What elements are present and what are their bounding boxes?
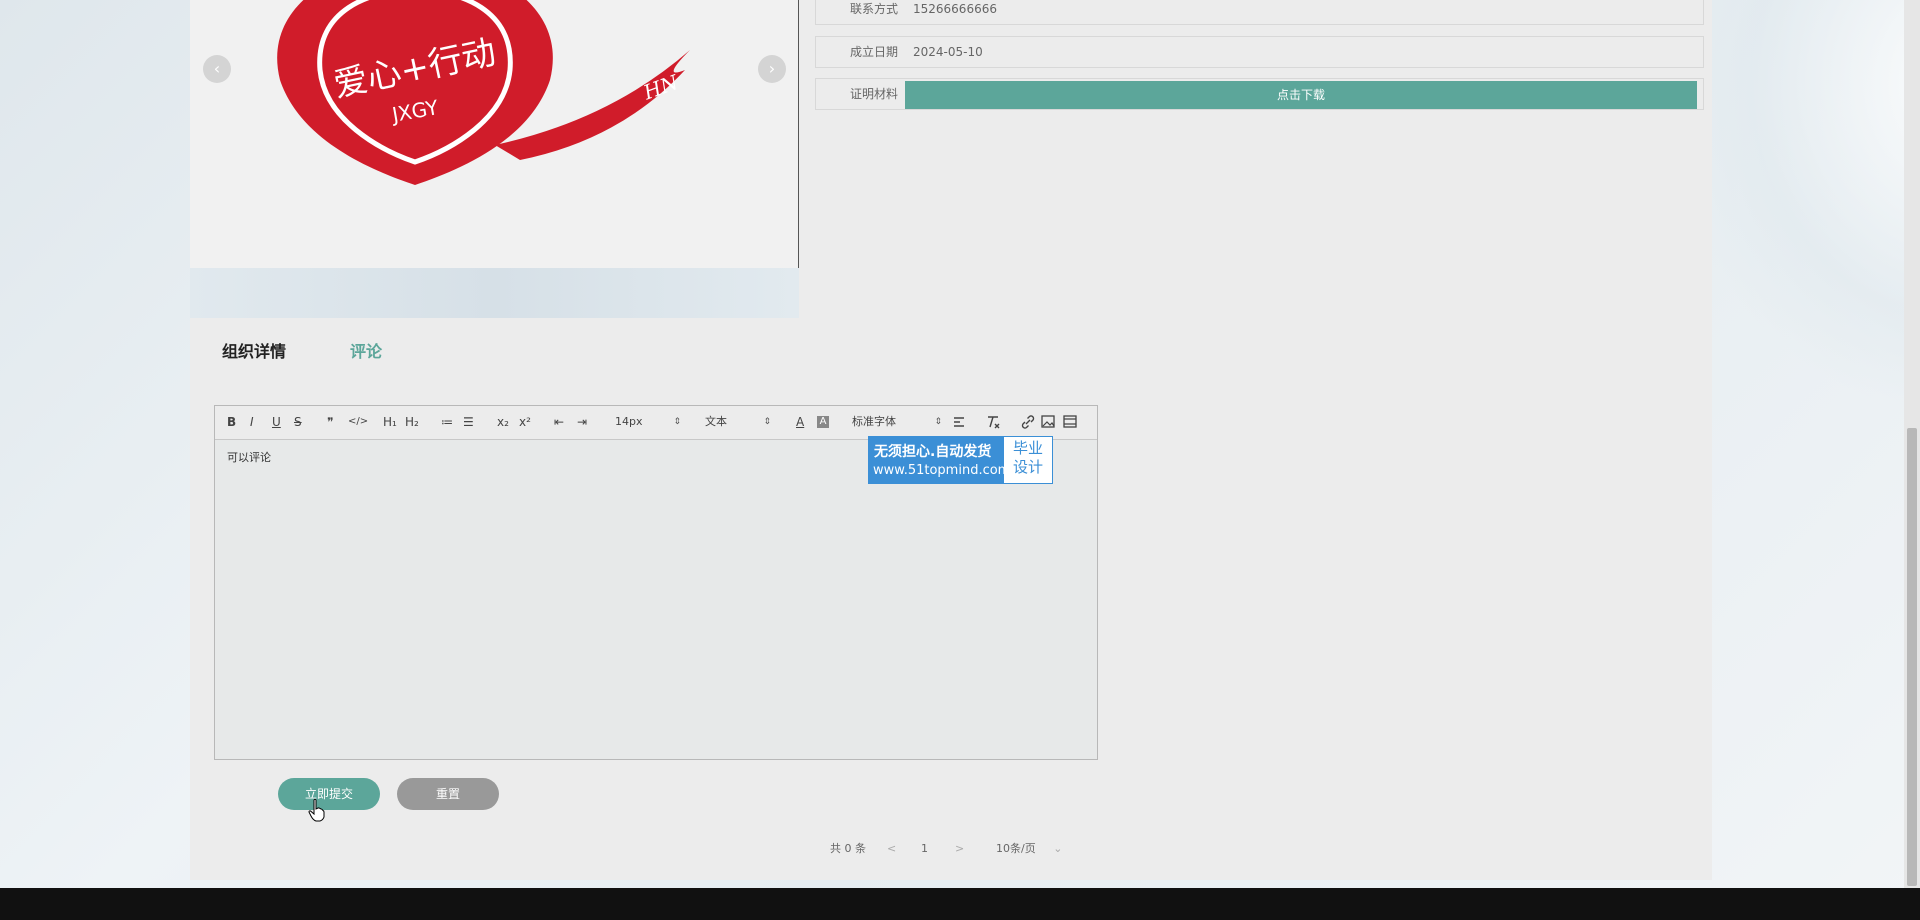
font-size-select[interactable]: 14px ⇕: [615, 414, 681, 430]
watermark-right: 毕业 设计: [1006, 439, 1050, 477]
italic-icon[interactable]: I: [250, 414, 254, 430]
editor-toolbar: B I U S ❞ </> H₁ H₂ ≔ ☰ x₂ x² ⇤ ⇥ 14px ⇕…: [215, 406, 1097, 440]
watermark-line1: 无须担心.自动发货: [874, 444, 992, 460]
page-footer: [0, 888, 1920, 920]
clear-format-icon[interactable]: [986, 414, 1000, 430]
pagination-prev[interactable]: <: [887, 841, 896, 857]
carousel-shadow: [190, 268, 799, 318]
select-caret-icon: ⇕: [763, 417, 771, 427]
video-icon[interactable]: [1063, 415, 1077, 431]
page-size-select[interactable]: 10条/页 ⌄: [996, 841, 1062, 857]
link-icon[interactable]: [1021, 415, 1035, 431]
info-row-founded: 成立日期 2024-05-10: [815, 36, 1704, 68]
font-family-value: 标准字体: [852, 415, 896, 428]
vertical-scrollbar[interactable]: [1904, 0, 1920, 888]
download-button[interactable]: 点击下载: [905, 81, 1697, 109]
font-family-select[interactable]: 标准字体 ⇕: [852, 414, 942, 430]
image-icon[interactable]: [1041, 415, 1055, 431]
outdent-icon[interactable]: ⇤: [554, 414, 564, 430]
watermark-left: 无须担心.自动发货 www.51topmind.com: [869, 437, 1010, 483]
editor-content[interactable]: 可以评论: [227, 449, 271, 465]
tab-organization-details[interactable]: 组织详情: [222, 338, 286, 362]
carousel-prev-icon[interactable]: ‹: [203, 55, 231, 83]
ordered-list-icon[interactable]: ≔: [441, 414, 453, 430]
watermark-right-line1: 毕业: [1012, 439, 1043, 457]
contact-value: 15266666666: [913, 2, 997, 16]
watermark-badge: 无须担心.自动发货 www.51topmind.com 毕业 设计: [868, 436, 1053, 484]
carousel-next-icon[interactable]: ›: [758, 55, 786, 83]
align-icon[interactable]: [953, 416, 965, 432]
pagination-page[interactable]: 1: [921, 841, 928, 857]
info-row-proof: 证明材料 点击下载: [815, 78, 1704, 110]
chevron-down-icon: ⌄: [1053, 842, 1063, 855]
font-size-value: 14px: [615, 415, 643, 428]
reset-button[interactable]: 重置: [397, 778, 499, 810]
text-color-icon[interactable]: A: [796, 414, 804, 430]
select-caret-icon: ⇕: [934, 417, 942, 427]
hand-cursor-icon: [308, 798, 325, 822]
founded-label: 成立日期: [849, 45, 898, 59]
info-row-contact: 联系方式 15266666666: [815, 0, 1704, 25]
watermark-right-line2: 设计: [1012, 458, 1043, 476]
tab-comments[interactable]: 评论: [350, 338, 382, 362]
pagination-total: 共 0 条: [830, 842, 866, 855]
heading1-icon[interactable]: H₁: [383, 414, 397, 430]
pagination-next[interactable]: >: [955, 841, 964, 857]
underline-icon[interactable]: U: [272, 414, 281, 430]
code-block-icon[interactable]: </>: [348, 414, 368, 430]
subscript-icon[interactable]: x₂: [497, 414, 509, 430]
superscript-icon[interactable]: x²: [519, 414, 531, 430]
bullet-list-icon[interactable]: ☰: [463, 414, 474, 430]
submit-button[interactable]: 立即提交: [278, 778, 380, 810]
organization-logo: 爱心+行动 JXGY HN: [277, 0, 690, 185]
select-caret-icon: ⇕: [673, 417, 681, 427]
page-size-value: 10条/页: [996, 842, 1036, 855]
contact-label: 联系方式: [849, 2, 898, 16]
scrollbar-thumb[interactable]: [1907, 428, 1917, 886]
bold-icon[interactable]: B: [227, 414, 236, 430]
watermark-line2: www.51topmind.com: [873, 463, 1011, 478]
strikethrough-icon[interactable]: S: [294, 414, 302, 430]
heading2-icon[interactable]: H₂: [405, 414, 419, 430]
proof-label: 证明材料: [849, 87, 898, 101]
background-color-icon[interactable]: A: [817, 416, 829, 428]
image-carousel: 爱心+行动 JXGY HN: [190, 0, 799, 268]
block-type-select[interactable]: 文本 ⇕: [705, 414, 771, 430]
founded-value: 2024-05-10: [913, 45, 983, 59]
blockquote-icon[interactable]: ❞: [327, 414, 333, 430]
indent-icon[interactable]: ⇥: [577, 414, 587, 430]
block-type-value: 文本: [705, 415, 727, 428]
